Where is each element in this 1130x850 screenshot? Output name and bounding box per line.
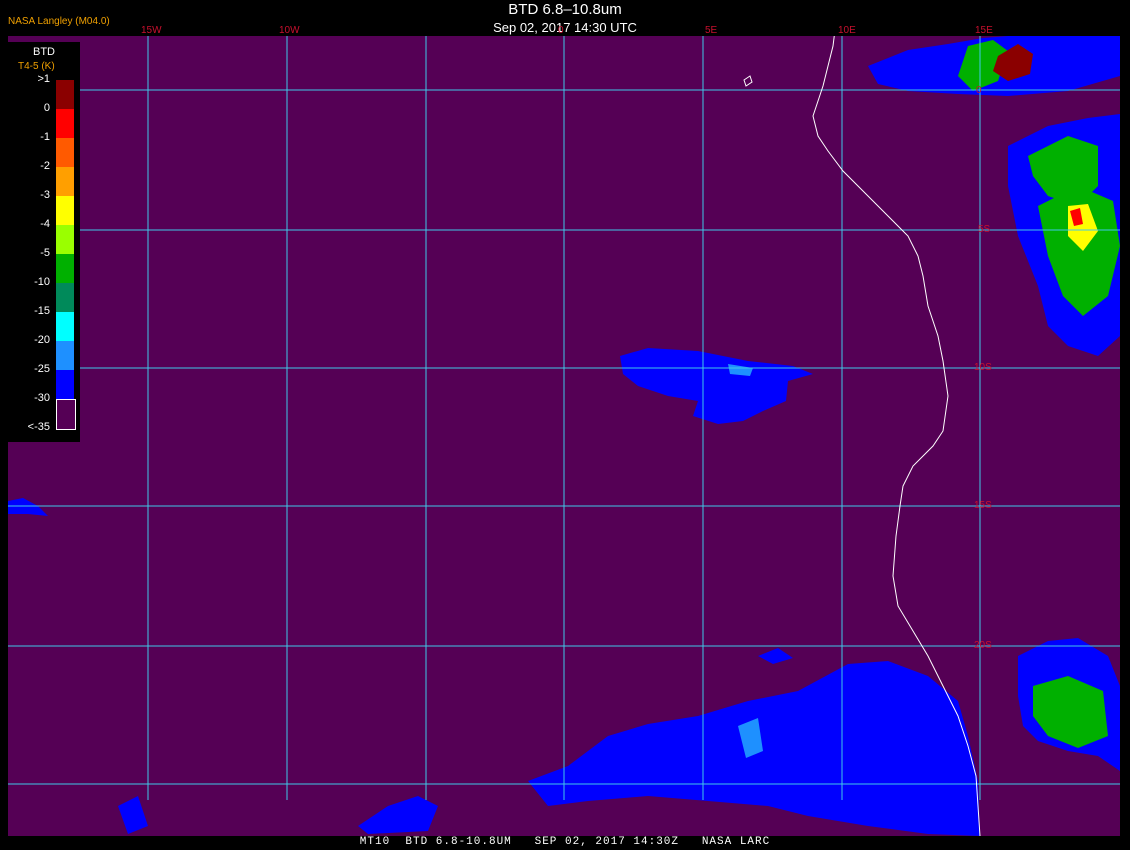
legend-swatch [56, 196, 74, 225]
legend-unit: T4-5 (K) [18, 61, 55, 72]
legend-label: -10 [34, 276, 50, 288]
footer-caption: MT10 BTD 6.8-10.8UM SEP 02, 2017 14:30Z … [359, 836, 771, 848]
legend-swatch [56, 370, 74, 399]
legend-label: -25 [34, 363, 50, 375]
legend-label: 0 [43, 102, 50, 114]
legend-swatch [56, 254, 74, 283]
legend-label: -20 [34, 334, 50, 346]
legend-swatch [56, 225, 74, 254]
lat-label-10s: 10S [974, 362, 992, 373]
legend-swatch [56, 341, 74, 370]
legend-label: -1 [40, 131, 50, 143]
lon-label-15e: 15E [975, 25, 993, 36]
legend-swatch [56, 138, 74, 167]
legend-label: >1 [37, 73, 50, 85]
legend-label: -2 [40, 160, 50, 172]
legend-swatch [56, 312, 74, 341]
legend-label: -4 [40, 218, 50, 230]
lon-label-10e: 10E [838, 25, 856, 36]
legend-swatch [56, 283, 74, 312]
legend-swatch [56, 399, 76, 430]
legend-swatch [56, 80, 74, 109]
lon-label-15w: 15W [141, 25, 162, 36]
color-legend: BTD T4-5 (K) >1 0 -1 -2 -3 -4 -5 -10 -15 -20 -25 -3… [8, 42, 80, 442]
lat-label-0: 0 [976, 85, 982, 96]
legend-swatch [56, 109, 74, 138]
legend-label: -15 [34, 305, 50, 317]
legend-label: -5 [40, 247, 50, 259]
lon-label-0: 0 [558, 25, 564, 36]
lat-label-15s: 15S [974, 500, 992, 511]
satellite-map [8, 36, 1120, 836]
lat-label-5s: 5S [978, 224, 991, 235]
header-title: BTD 6.8–10.8um [508, 1, 622, 18]
source-label: NASA Langley (M04.0) [8, 16, 110, 27]
legend-label: -3 [40, 189, 50, 201]
legend-label: <-35 [27, 421, 50, 433]
lat-label-20s: 20S [974, 640, 992, 651]
legend-label: -30 [34, 392, 50, 404]
legend-swatch [56, 167, 74, 196]
header-timestamp: Sep 02, 2017 14:30 UTC [493, 20, 637, 35]
lon-label-10w: 10W [279, 25, 300, 36]
lon-label-5e: 5E [705, 25, 718, 36]
legend-title: BTD [33, 46, 55, 58]
